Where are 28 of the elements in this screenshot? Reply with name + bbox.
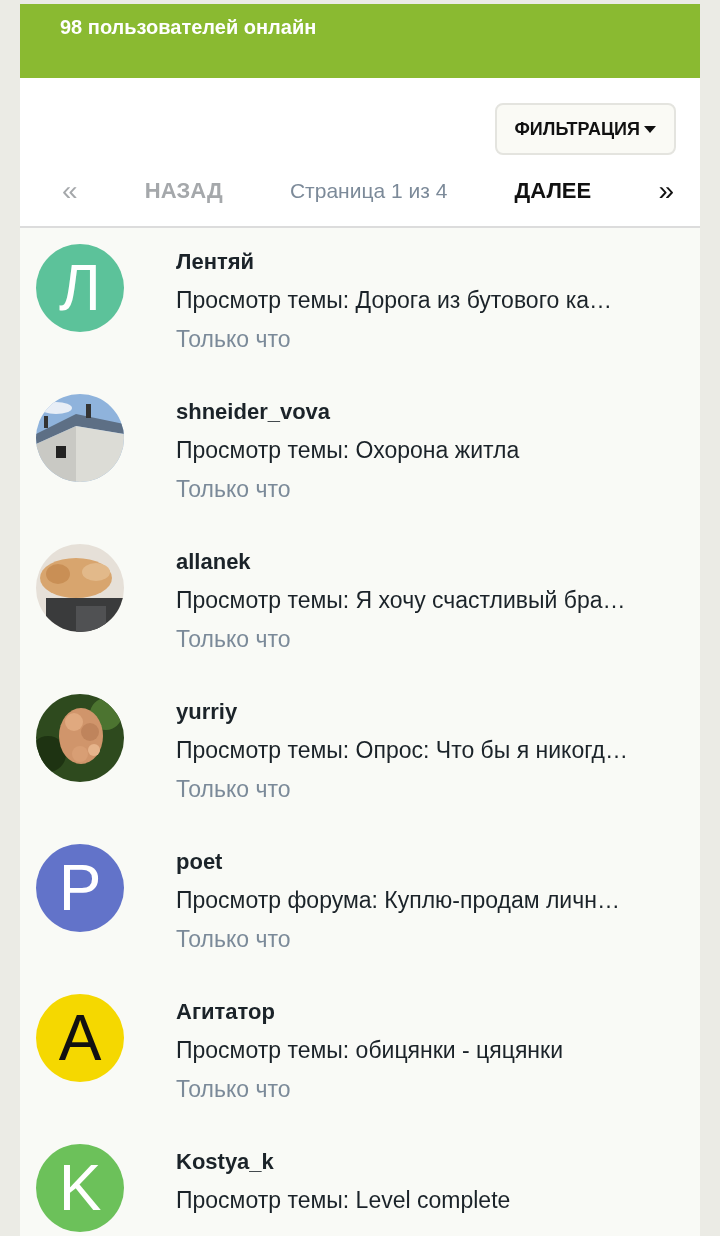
- avatar[interactable]: P: [36, 844, 124, 932]
- activity-link[interactable]: Просмотр форума: Куплю-продам личн…: [176, 887, 620, 926]
- user-name[interactable]: shneider_vova: [176, 399, 520, 437]
- timestamp: Только что: [176, 626, 292, 653]
- filter-button[interactable]: ФИЛЬТРАЦИЯ: [494, 103, 676, 155]
- timestamp: Только что: [176, 926, 292, 953]
- caret-icon: [644, 125, 656, 133]
- user-name[interactable]: yurriy: [176, 699, 628, 737]
- timestamp: Только что: [176, 326, 292, 353]
- page-info: Страница 1 из 4: [289, 179, 448, 203]
- last-page-link[interactable]: »: [658, 175, 674, 207]
- activity-link[interactable]: Просмотр темы: Я хочу счастливый бра…: [176, 587, 626, 626]
- user-name[interactable]: Kostya_k: [176, 1149, 511, 1187]
- activity-link[interactable]: Просмотр темы: Опрос: Что бы я никогд…: [176, 737, 628, 776]
- activity-link[interactable]: Просмотр темы: Дорога из бутового ка…: [176, 287, 613, 326]
- timestamp: Только что: [176, 776, 292, 803]
- user-name[interactable]: Лентяй: [176, 249, 613, 287]
- avatar[interactable]: A: [36, 994, 124, 1082]
- timestamp: Только что: [176, 1076, 292, 1103]
- activity-link[interactable]: Просмотр темы: обицянки - цяцянки: [176, 1037, 563, 1076]
- next-link[interactable]: ДАЛЕЕ: [514, 178, 592, 204]
- online-count: 98 пользователей онлайн: [60, 16, 317, 38]
- activity-link[interactable]: Просмотр темы: Охорона житла: [176, 437, 520, 476]
- activity-link[interactable]: Просмотр темы: Level complete: [176, 1187, 511, 1226]
- user-name[interactable]: Агитатор: [176, 999, 563, 1037]
- user-name[interactable]: allanek: [176, 549, 626, 587]
- timestamp: Только что: [176, 476, 292, 503]
- user-name[interactable]: poet: [176, 849, 620, 887]
